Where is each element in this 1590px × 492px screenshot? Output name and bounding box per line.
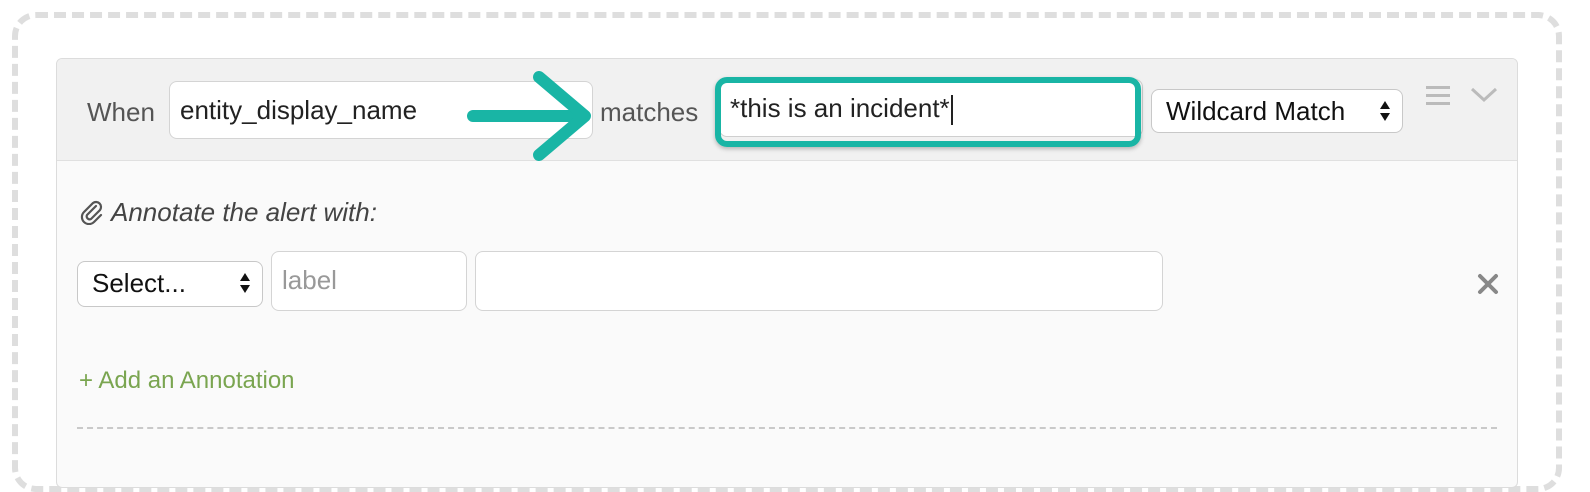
chevron-down-icon[interactable] xyxy=(1469,85,1499,105)
operator-label: matches xyxy=(600,97,699,127)
annotation-label-input[interactable]: label xyxy=(271,251,467,311)
rule-condition-header: When entity_display_name matches *this i… xyxy=(57,59,1517,161)
close-icon[interactable] xyxy=(1477,273,1499,295)
annotations-title-text: Annotate the alert with: xyxy=(111,197,377,227)
annotation-value-input[interactable] xyxy=(475,251,1163,311)
arrow-right-icon xyxy=(467,71,591,161)
annotation-label-placeholder: label xyxy=(282,265,337,295)
select-arrows-icon xyxy=(1380,101,1390,121)
highlight-box xyxy=(715,77,1141,147)
annotation-type-value: Select... xyxy=(92,268,186,298)
match-type-select[interactable]: Wildcard Match xyxy=(1151,89,1403,133)
add-annotation-link[interactable]: + Add an Annotation xyxy=(79,367,295,395)
annotations-title: Annotate the alert with: xyxy=(79,197,377,228)
section-divider xyxy=(77,427,1497,429)
select-arrows-icon xyxy=(240,273,250,293)
match-type-value: Wildcard Match xyxy=(1166,96,1346,126)
paperclip-icon xyxy=(80,200,103,226)
annotation-type-select[interactable]: Select... xyxy=(77,261,263,307)
rule-card: When entity_display_name matches *this i… xyxy=(56,58,1518,488)
menu-icon[interactable] xyxy=(1425,83,1451,109)
when-label: When xyxy=(87,97,155,127)
field-name-value: entity_display_name xyxy=(180,95,418,125)
